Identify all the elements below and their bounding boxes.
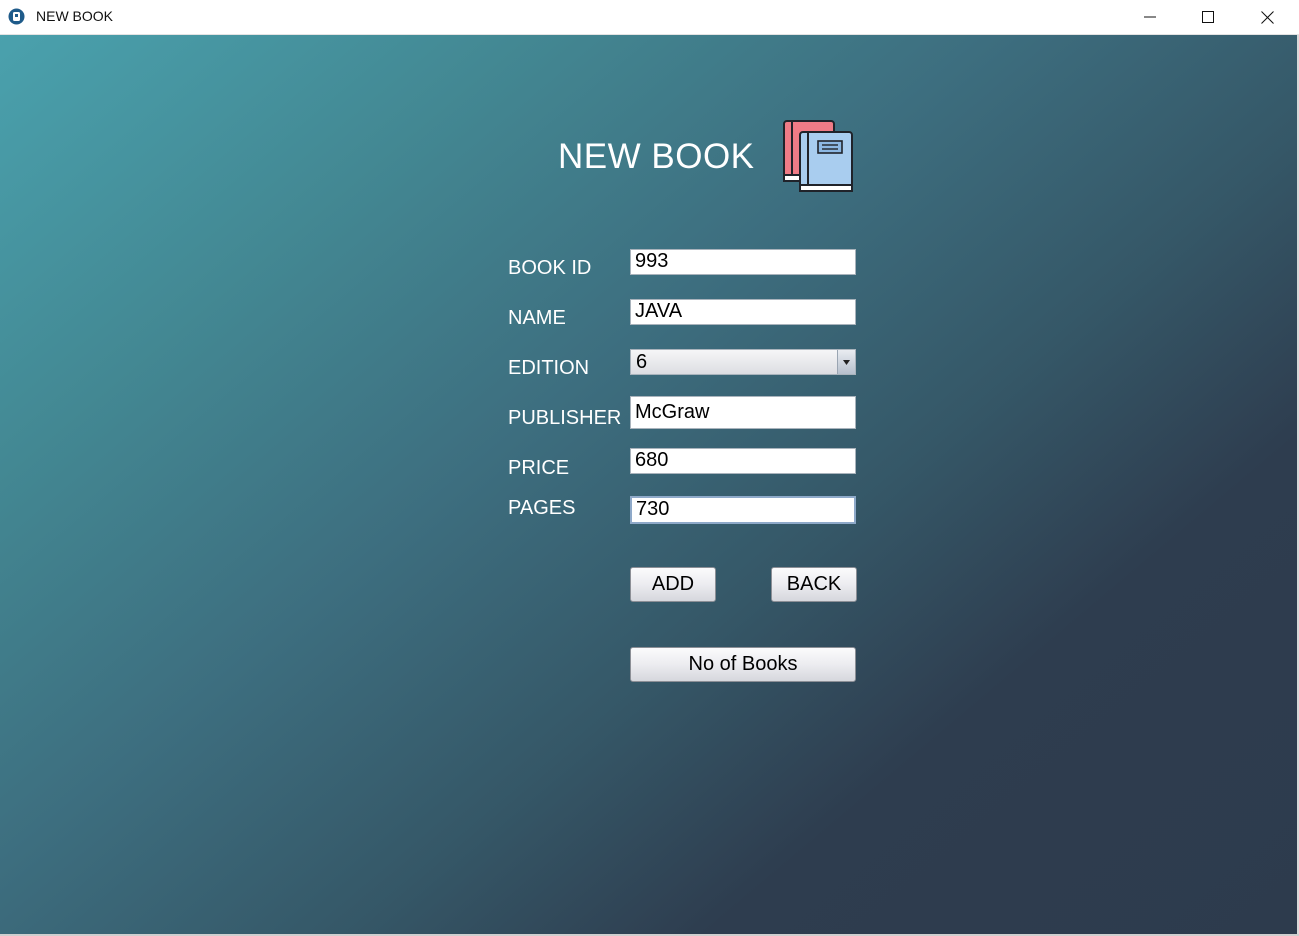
number-of-books-button[interactable]: No of Books bbox=[630, 647, 856, 682]
book-id-field[interactable]: 993 bbox=[630, 249, 856, 275]
title-bar: NEW BOOK bbox=[0, 0, 1299, 35]
books-icon bbox=[783, 120, 853, 192]
maximize-button[interactable] bbox=[1179, 0, 1237, 34]
dropdown-arrow-button[interactable] bbox=[837, 350, 855, 374]
price-field[interactable]: 680 bbox=[630, 448, 856, 474]
back-button[interactable]: BACK bbox=[771, 567, 857, 602]
pages-label: PAGES bbox=[508, 497, 576, 519]
chevron-down-icon bbox=[843, 359, 850, 365]
name-label: NAME bbox=[508, 307, 566, 329]
edition-dropdown[interactable]: 6 bbox=[630, 349, 856, 375]
form-panel: NEW BOOK BOOK ID NAME EDITION PUBLISHER … bbox=[0, 35, 1297, 934]
book-id-label: BOOK ID bbox=[508, 257, 592, 279]
publisher-label: PUBLISHER bbox=[508, 407, 622, 429]
minimize-button[interactable] bbox=[1121, 0, 1179, 34]
close-button[interactable] bbox=[1238, 0, 1296, 34]
window-title: NEW BOOK bbox=[36, 8, 114, 24]
price-label: PRICE bbox=[508, 457, 570, 479]
edition-selected-value: 6 bbox=[636, 351, 648, 373]
name-field[interactable]: JAVA bbox=[630, 299, 856, 325]
close-icon bbox=[1260, 10, 1274, 24]
edition-label: EDITION bbox=[508, 357, 590, 379]
publisher-field[interactable]: McGraw bbox=[630, 396, 856, 429]
minimize-icon bbox=[1144, 16, 1156, 18]
maximize-icon bbox=[1202, 11, 1214, 23]
add-button[interactable]: ADD bbox=[630, 567, 716, 602]
page-title: NEW BOOK bbox=[558, 137, 755, 176]
pages-field[interactable]: 730 bbox=[630, 496, 856, 524]
app-icon bbox=[8, 8, 25, 25]
